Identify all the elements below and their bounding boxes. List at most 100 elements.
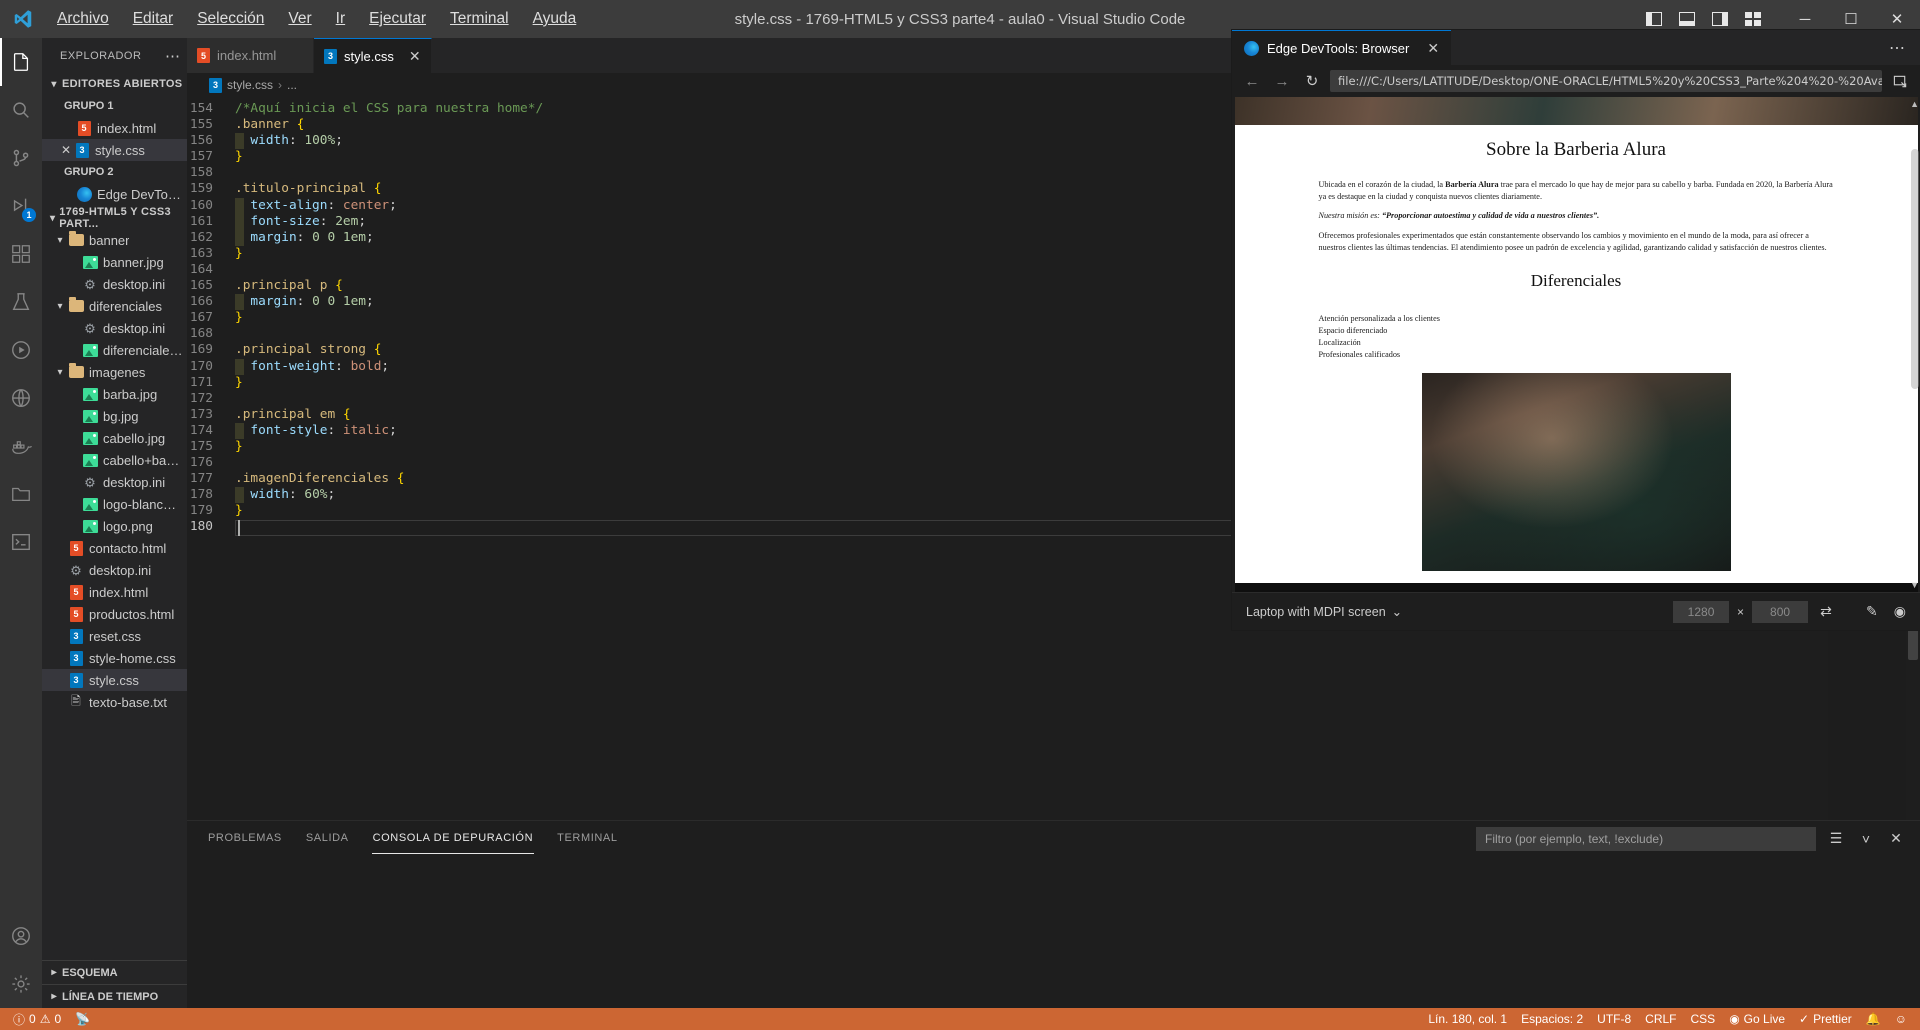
line-text[interactable]: margin: 0 0 1em;	[235, 294, 374, 311]
tab-index-html[interactable]: 5 index.html ✕	[187, 38, 314, 73]
debug-console-output[interactable]	[187, 856, 1920, 1008]
line-text[interactable]: .principal p {	[235, 278, 343, 294]
open-browser-icon[interactable]	[1888, 69, 1912, 93]
tree-file-index.html[interactable]: 5 index.html	[42, 581, 187, 603]
menu-ir[interactable]: Ir	[325, 6, 356, 32]
line-text[interactable]: font-size: 2em;	[235, 213, 366, 230]
sidebar-item-extensions[interactable]	[0, 230, 42, 278]
chevron-up-icon[interactable]: ˅	[1856, 831, 1876, 847]
tree-file-productos.html[interactable]: 5 productos.html	[42, 603, 187, 625]
tab-edge-devtools-browser[interactable]: Edge DevTools: Browser ✕	[1232, 30, 1452, 65]
open-editors-section-header[interactable]: ▾ EDITORES ABIERTOS	[42, 73, 187, 95]
line-text[interactable]: font-style: italic;	[235, 422, 397, 439]
status-go-live[interactable]: ◉ Go Live	[1722, 1008, 1792, 1030]
line-text[interactable]: width: 60%;	[235, 487, 335, 504]
tree-file-logo.png[interactable]: logo.png	[42, 515, 187, 537]
tree-file-texto-base.txt[interactable]: 🖹 texto-base.txt	[42, 691, 187, 713]
list-icon[interactable]: ☰	[1826, 830, 1846, 847]
chevron-down-icon[interactable]: ▾	[52, 235, 68, 246]
browser-viewport[interactable]: Sobre la Barberia Alura Ubicada en el co…	[1232, 97, 1920, 592]
sidebar-item-source-control[interactable]	[0, 134, 42, 182]
close-icon[interactable]: ✕	[58, 143, 74, 157]
menu-ver[interactable]: Ver	[277, 6, 322, 32]
tree-file-desktop.ini[interactable]: ⚙ desktop.ini	[42, 471, 187, 493]
page-scrollbar-thumb[interactable]	[1911, 149, 1919, 389]
accounts-button[interactable]	[0, 912, 42, 960]
tab-consola-depuracion[interactable]: CONSOLA DE DEPURACIÓN	[371, 823, 535, 854]
tree-file-desktop.ini[interactable]: ⚙ desktop.ini	[42, 317, 187, 339]
tab-problemas[interactable]: PROBLEMAS	[207, 823, 283, 854]
screencast-icon[interactable]: ✎	[1866, 603, 1878, 620]
breadcrumb-file[interactable]: style.css	[227, 78, 273, 92]
status-feedback[interactable]: ☺	[1888, 1008, 1914, 1030]
sidebar-item-search[interactable]	[0, 86, 42, 134]
tree-file-contacto.html[interactable]: 5 contacto.html	[42, 537, 187, 559]
chevron-down-icon[interactable]: ▾	[52, 301, 68, 312]
forward-button[interactable]: →	[1270, 69, 1294, 93]
close-icon[interactable]: ✕	[1886, 830, 1906, 847]
line-text[interactable]: }	[235, 503, 243, 519]
sidebar-item-remote-explorer[interactable]	[0, 374, 42, 422]
line-text[interactable]: }	[235, 375, 243, 391]
open-editors-grupo-2[interactable]: GRUPO 2	[42, 161, 187, 183]
swap-dimensions-icon[interactable]: ⇄	[1816, 603, 1836, 620]
menu-ayuda[interactable]: Ayuda	[522, 6, 588, 32]
line-text[interactable]: font-weight: bold;	[235, 358, 389, 375]
line-text[interactable]: }	[235, 310, 243, 326]
chevron-down-icon[interactable]: ▾	[52, 367, 68, 378]
tab-salida[interactable]: SALIDA	[305, 823, 350, 854]
status-cursor-position[interactable]: Lín. 180, col. 1	[1421, 1008, 1514, 1030]
sidebar-item-project-manager[interactable]	[0, 470, 42, 518]
sidebar-item-explorer[interactable]	[0, 38, 42, 86]
tree-file-bg.jpg[interactable]: bg.jpg	[42, 405, 187, 427]
menu-seleccion[interactable]: Selección	[186, 6, 275, 32]
rendered-page[interactable]: Sobre la Barberia Alura Ubicada en el co…	[1234, 97, 1918, 592]
tree-file-reset.css[interactable]: 3 reset.css	[42, 625, 187, 647]
line-text[interactable]: .principal em {	[235, 407, 351, 423]
sidebar-item-live-preview[interactable]	[0, 326, 42, 374]
status-language-mode[interactable]: CSS	[1684, 1008, 1723, 1030]
device-selector[interactable]: Laptop with MDPI screen ⌄	[1246, 604, 1402, 620]
scroll-up-arrow-icon[interactable]: ▲	[1910, 99, 1919, 109]
tree-file-cabello.jpg[interactable]: cabello.jpg	[42, 427, 187, 449]
url-input[interactable]: file:///C:/Users/LATITUDE/Desktop/ONE-OR…	[1330, 70, 1882, 92]
outline-section[interactable]: ▸ ESQUEMA	[42, 960, 187, 984]
line-text[interactable]: }	[235, 439, 243, 455]
line-text[interactable]: }	[235, 149, 243, 165]
status-prettier[interactable]: ✓ Prettier	[1792, 1008, 1859, 1030]
close-icon[interactable]: ✕	[409, 48, 421, 65]
project-section-header[interactable]: ▾ 1769-HTML5 Y CSS3 PART...	[42, 206, 187, 230]
close-icon[interactable]: ✕	[291, 47, 303, 64]
debug-filter-input[interactable]: Filtro (por ejemplo, text, !exclude)	[1476, 826, 1816, 851]
open-editor-edge-devtools[interactable]: Edge DevTools: ...	[42, 183, 187, 205]
line-text[interactable]: .principal strong {	[235, 342, 381, 358]
reload-button[interactable]: ↻	[1300, 69, 1324, 93]
line-text[interactable]: .imagenDiferenciales {	[235, 471, 405, 487]
tree-file-barba.jpg[interactable]: barba.jpg	[42, 383, 187, 405]
tree-file-style.css[interactable]: 3 style.css	[42, 669, 187, 691]
tree-folder-diferenciales[interactable]: ▾ diferenciales	[42, 295, 187, 317]
tree-file-style-home.css[interactable]: 3 style-home.css	[42, 647, 187, 669]
breadcrumb-symbol[interactable]: ...	[287, 78, 297, 92]
status-indentation[interactable]: Espacios: 2	[1514, 1008, 1590, 1030]
tree-file-desktop.ini[interactable]: ⚙ desktop.ini	[42, 559, 187, 581]
line-text[interactable]: .titulo-principal {	[235, 181, 381, 197]
accessibility-icon[interactable]: ◉	[1894, 603, 1906, 620]
explorer-more-actions-icon[interactable]: ⋯	[165, 47, 181, 65]
scroll-down-arrow-icon[interactable]: ▼	[1910, 580, 1919, 590]
toggle-panel-icon[interactable]	[1672, 5, 1702, 33]
tab-style-css[interactable]: 3 style.css ✕	[313, 38, 432, 73]
menu-bar[interactable]: Archivo Editar Selección Ver Ir Ejecutar…	[46, 6, 587, 32]
tree-file-diferenciales.jpg[interactable]: diferenciales.jpg	[42, 339, 187, 361]
status-problems[interactable]: ⓘ 0 ⚠ 0	[6, 1008, 68, 1030]
viewport-height-input[interactable]: 800	[1752, 600, 1809, 623]
devtools-more-actions-icon[interactable]: ⋯	[1889, 38, 1906, 58]
open-editors-grupo-1[interactable]: GRUPO 1	[42, 95, 187, 117]
open-editor-style-css[interactable]: ✕ 3 style.css	[42, 139, 187, 161]
menu-archivo[interactable]: Archivo	[46, 6, 120, 32]
line-text[interactable]: width: 100%;	[235, 133, 343, 150]
toggle-secondary-sidebar-icon[interactable]	[1705, 5, 1735, 33]
tree-file-banner.jpg[interactable]: banner.jpg	[42, 251, 187, 273]
tree-file-desktop.ini[interactable]: ⚙ desktop.ini	[42, 273, 187, 295]
line-text[interactable]: text-align: center;	[235, 197, 397, 214]
